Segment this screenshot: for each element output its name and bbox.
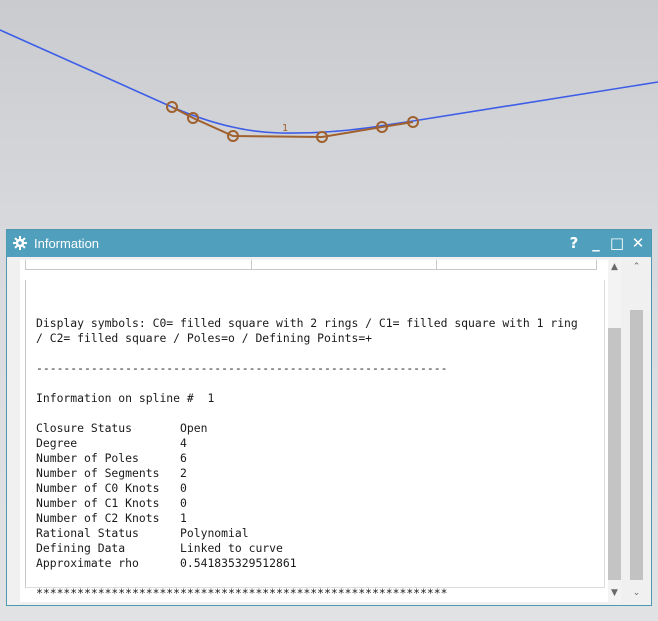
info-line: Defining Data Linked to curve: [36, 541, 283, 555]
info-text-box[interactable]: Display symbols: C0= filled square with …: [25, 280, 605, 600]
info-content-area: Display symbols: C0= filled square with …: [20, 260, 621, 602]
column-separator: [251, 260, 252, 269]
info-line: Number of C1 Knots 0: [36, 496, 187, 510]
inner-scroll-thumb[interactable]: [608, 328, 621, 580]
info-line: ****************************************…: [36, 586, 448, 600]
info-line: Number of C0 Knots 0: [36, 481, 187, 495]
info-line: Rational Status Polynomial: [36, 526, 249, 540]
info-line: Degree 4: [36, 436, 187, 450]
scroll-down-icon[interactable]: ⌄: [630, 586, 643, 600]
close-button[interactable]: ✕: [629, 233, 647, 253]
curve[interactable]: [0, 29, 658, 134]
outer-scroll-thumb[interactable]: [630, 310, 643, 580]
help-button[interactable]: ?: [565, 233, 583, 253]
previous-output-box: [25, 260, 597, 270]
info-output-text[interactable]: Display symbols: C0= filled square with …: [36, 316, 578, 601]
window-title: Information: [34, 236, 100, 251]
scroll-up-icon[interactable]: ⌃: [630, 260, 643, 274]
info-line: Display symbols: C0= filled square with …: [36, 316, 578, 330]
information-window: Information ? _ □ ✕ Display symbols: C0=…: [6, 229, 652, 606]
maximize-button[interactable]: □: [608, 233, 626, 253]
gear-icon: [13, 236, 27, 250]
window-titlebar[interactable]: Information ? _ □ ✕: [7, 230, 651, 257]
info-line: ----------------------------------------…: [36, 361, 448, 375]
info-line: / C2= filled square / Poles=o / Defining…: [36, 331, 373, 345]
info-line: Number of Segments 2: [36, 466, 187, 480]
column-separator: [436, 260, 437, 269]
scroll-down-icon[interactable]: ▼: [608, 586, 621, 600]
minimize-button[interactable]: _: [587, 233, 605, 253]
inner-scrollbar[interactable]: ▲ ▼: [608, 260, 621, 602]
info-line: Information on spline # 1: [36, 391, 215, 405]
outer-scrollbar[interactable]: ⌃ ⌄: [628, 260, 645, 602]
info-line: Number of C2 Knots 1: [36, 511, 187, 525]
info-line: Number of Poles 6: [36, 451, 187, 465]
info-line: Closure Status Open: [36, 421, 208, 435]
scroll-up-icon[interactable]: ▲: [608, 260, 621, 274]
spline-canvas[interactable]: 1: [0, 0, 658, 230]
info-line: Approximate rho 0.541835329512861: [36, 556, 297, 570]
spline-number-label: 1: [282, 123, 288, 134]
